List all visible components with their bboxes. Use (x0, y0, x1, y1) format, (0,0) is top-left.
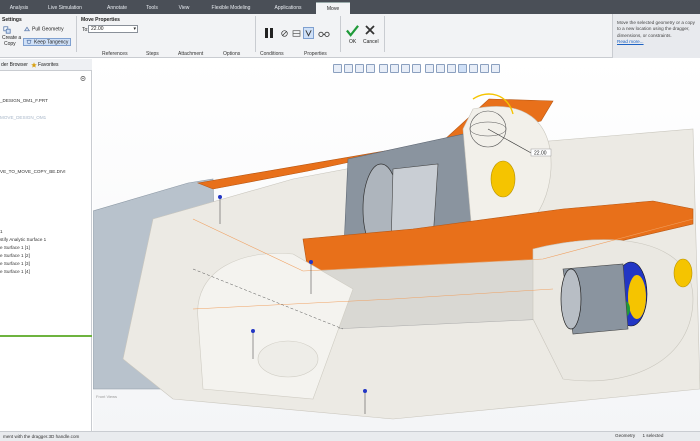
ribbon-separator (255, 16, 256, 52)
tree-item[interactable]: MOVE_DESIGN_OM1 (0, 115, 46, 120)
tab-attachment[interactable]: Attachment (178, 50, 203, 58)
status-bar: ment with the dragger.3D handle.com Geom… (0, 431, 700, 441)
selection-indicator (0, 335, 92, 337)
cancel-button[interactable]: Cancel (363, 39, 379, 45)
keep-tangency-icon (26, 39, 32, 45)
tab-steps[interactable]: Steps (146, 50, 159, 58)
tree-item[interactable]: _DESIGN_OM1_F.PRT (0, 98, 48, 103)
left-panel-tabs: der Browser Favorites (0, 59, 92, 71)
lower-hole (673, 258, 693, 288)
ribbon-tab-bar: Analysis Live Simulation Annotate Tools … (0, 0, 700, 14)
tab-applications[interactable]: Applications (268, 2, 308, 14)
verify-mode-button[interactable] (303, 27, 314, 39)
create-copy-icon (3, 26, 11, 34)
tab-view[interactable]: View (174, 2, 194, 14)
ribbon-separator (340, 16, 341, 52)
dimension-value: 22.00 (534, 151, 547, 157)
tab-conditions[interactable]: Conditions (260, 50, 284, 58)
tab-properties[interactable]: Properties (304, 50, 327, 58)
ribbon-separator (384, 16, 385, 52)
to-distance-input[interactable]: 22.00 ▾ (88, 25, 138, 33)
tab-references[interactable]: References (102, 50, 128, 58)
chevron-down-icon[interactable]: ▾ (133, 26, 136, 32)
selection-filter[interactable]: Geometry 1 selected (615, 433, 663, 438)
model-tree-panel: der Browser Favorites _DESIGN_OM1_F.PRT … (0, 59, 92, 431)
lower-cylinder-yellow (628, 275, 646, 319)
create-copy-button[interactable] (3, 26, 13, 34)
tab-live-simulation[interactable]: Live Simulation (44, 2, 86, 14)
tab-options[interactable]: Options (223, 50, 240, 58)
selection-filter-value: Geometry (615, 433, 636, 438)
star-icon (31, 62, 37, 68)
tree-item[interactable]: stify Analytic Surface 1 (0, 237, 46, 242)
keep-tangency-label: Keep Tangency (34, 39, 69, 46)
tree-item[interactable]: e Surface 1 [4] (0, 269, 30, 274)
checkmark-icon[interactable] (346, 24, 359, 37)
tab-annotate[interactable]: Annotate (102, 2, 132, 14)
help-text: Move the selected geometry or a copy to … (617, 20, 695, 38)
left-boss (257, 340, 319, 378)
glasses-icon[interactable] (318, 29, 330, 38)
cad-model[interactable]: 22.00 (93, 59, 700, 431)
pull-geometry-toggle[interactable]: Pull Geometry (24, 26, 64, 32)
stop-preview-icon[interactable] (281, 30, 288, 37)
tab-move[interactable]: Move (316, 2, 350, 14)
view-orientation-label: Front Views (96, 394, 118, 399)
ribbon-separator (76, 16, 77, 52)
create-copy-label-2: Copy (4, 41, 16, 47)
pull-geometry-icon (24, 26, 30, 32)
selection-count: 1 selected (642, 433, 664, 438)
tree-item[interactable]: VE_TO_MOVE_COPY_BE.DIVI (0, 169, 66, 174)
graphics-viewport[interactable]: 22.00 Front Views (93, 59, 700, 431)
tab-folder-browser[interactable]: der Browser (1, 61, 28, 69)
tab-favorites[interactable]: Favorites (38, 61, 59, 69)
to-distance-value: 22.00 (91, 26, 104, 32)
status-message: ment with the dragger.3D handle.com (3, 434, 80, 439)
tree-item[interactable]: e Surface 1 [1] (0, 245, 30, 250)
settings-icon[interactable] (79, 75, 87, 82)
help-panel: Move the selected geometry or a copy to … (612, 14, 700, 58)
ok-button[interactable]: OK (349, 39, 356, 45)
pause-icon[interactable] (264, 27, 274, 39)
lower-cylinder-cap (560, 268, 582, 330)
preview-icon[interactable] (292, 30, 301, 37)
tree-item[interactable]: e Surface 1 [3] (0, 261, 30, 266)
tree-item[interactable]: 1 (0, 229, 3, 234)
move-properties-title: Move Properties (81, 17, 120, 23)
upper-hole (490, 160, 516, 198)
close-icon[interactable] (365, 25, 375, 35)
keep-tangency-toggle[interactable]: Keep Tangency (23, 38, 72, 47)
tree-item[interactable]: e Surface 1 [2] (0, 253, 30, 258)
tab-tools[interactable]: Tools (142, 2, 162, 14)
read-more-link[interactable]: Read more... (617, 39, 644, 44)
sub-tab-row: References Steps Attachment Options Cond… (92, 50, 612, 58)
settings-title: Settings (2, 17, 22, 23)
pull-geometry-label: Pull Geometry (32, 26, 64, 33)
tab-flexible-modeling[interactable]: Flexible Modeling (206, 2, 256, 14)
tab-analysis[interactable]: Analysis (6, 2, 32, 14)
verify-icon (305, 30, 312, 37)
